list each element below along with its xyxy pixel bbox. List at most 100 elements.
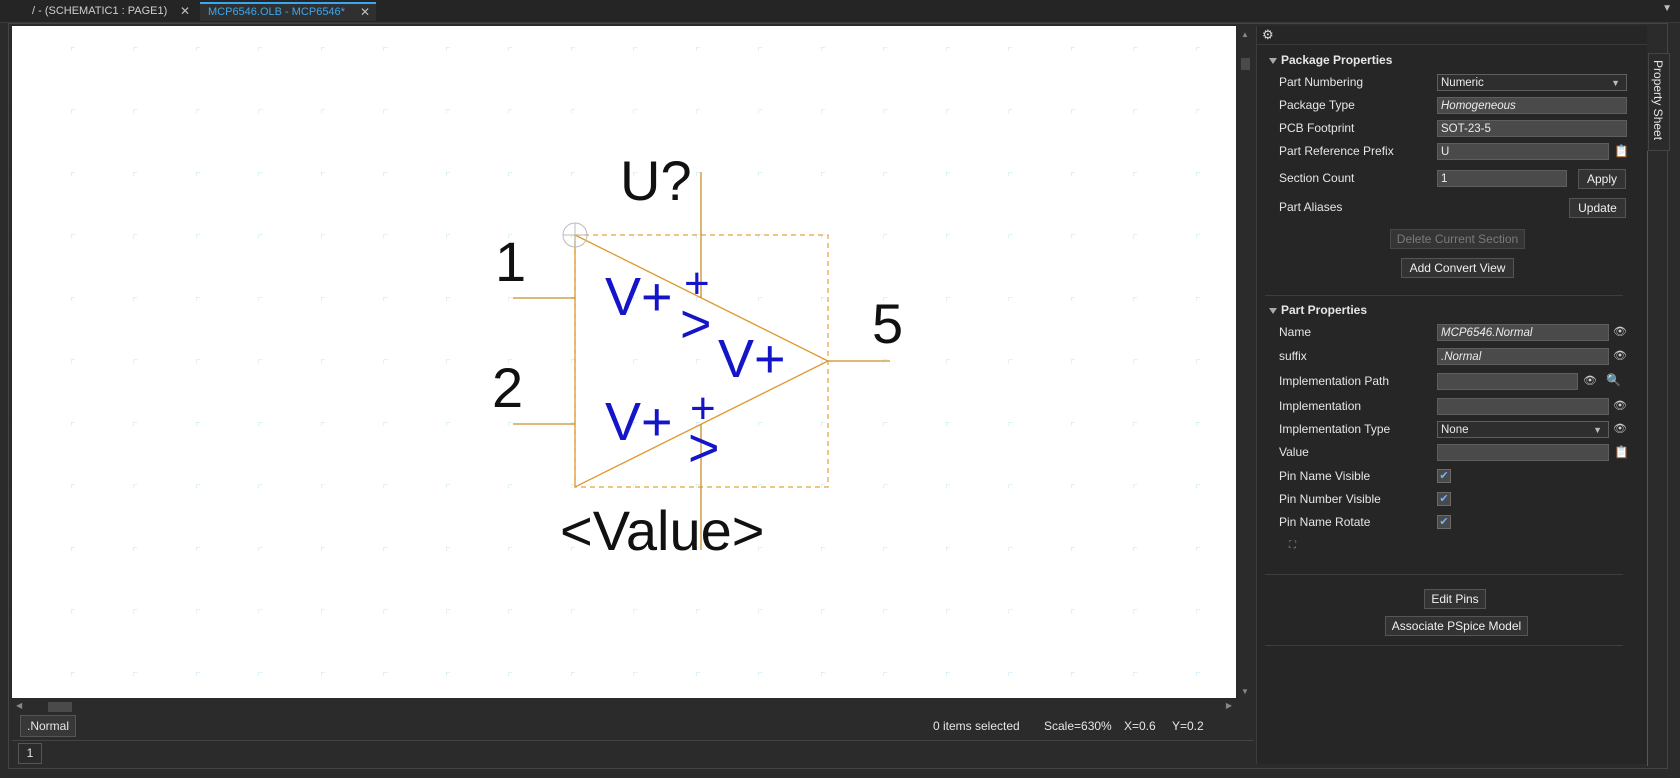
view-tab-normal[interactable]: .Normal [20, 715, 77, 737]
implementation-type-label: Implementation Type [1279, 422, 1391, 436]
divider [1265, 645, 1623, 646]
implementation-label: Implementation [1279, 399, 1362, 413]
close-icon[interactable]: ✕ [180, 2, 190, 21]
part-reference-prefix-field[interactable]: U [1437, 143, 1609, 160]
divider [1265, 574, 1623, 575]
canvas-horizontal-scrollbar[interactable]: ◀ ▶ [12, 700, 1236, 714]
part-properties-header[interactable]: Part Properties [1269, 303, 1367, 317]
suffix-label: suffix [1279, 349, 1307, 363]
implementation-field[interactable] [1437, 398, 1609, 415]
cursor-x: X=0.6 [1124, 719, 1156, 733]
name-label: Name [1279, 325, 1312, 339]
pin-name-gt-bottom: > [688, 418, 720, 478]
close-icon[interactable]: ✕ [360, 4, 370, 20]
implementation-path-label: Implementation Path [1279, 374, 1390, 388]
collapse-triangle-icon[interactable] [1269, 307, 1277, 314]
pin-number-2: 2 [492, 356, 523, 419]
property-sheet-panel: ⚙ Package Properties Part Numbering Nume… [1256, 26, 1647, 764]
cursor-y: Y=0.2 [1172, 719, 1204, 733]
tab-schematic-page1[interactable]: / - (SCHEMATIC1 : PAGE1) ✕ [24, 2, 196, 21]
part-numbering-label: Part Numbering [1279, 75, 1364, 89]
name-field[interactable]: MCP6546.Normal [1437, 324, 1609, 341]
associate-pspice-model-button[interactable]: Associate PSpice Model [1385, 616, 1528, 636]
divider [1265, 295, 1623, 296]
pin-number-visible-checkbox[interactable]: ✔ [1437, 492, 1451, 506]
value-field[interactable] [1437, 444, 1609, 461]
part-value[interactable]: <Value> [560, 499, 764, 562]
pin-name-rotate-label: Pin Name Rotate [1279, 515, 1371, 529]
section-count-label: Section Count [1279, 171, 1355, 185]
tab-mcp6546-olb[interactable]: MCP6546.OLB - MCP6546* ✕ [200, 2, 376, 21]
value-label: Value [1279, 445, 1309, 459]
canvas-vertical-scrollbar[interactable]: ▲ ▼ [1237, 26, 1254, 698]
visibility-eye-icon[interactable]: 👁 [1613, 422, 1627, 435]
page-number[interactable]: 1 [18, 743, 42, 764]
part-numbering-value: Numeric [1441, 77, 1484, 89]
zoom-scale: Scale=630% [1044, 719, 1112, 733]
visibility-eye-icon[interactable]: 👁 [1613, 349, 1627, 362]
tab-list-dropdown-icon[interactable]: ▼ [1662, 3, 1672, 14]
package-properties-header[interactable]: Package Properties [1269, 53, 1392, 67]
part-numbering-select[interactable]: Numeric ▼ [1437, 74, 1627, 91]
pcb-footprint-label: PCB Footprint [1279, 121, 1355, 135]
part-editor-canvas[interactable]: U? 1 2 5 V+ V+ V+ + > + > <Value> [12, 26, 1236, 698]
panel-toolbar: ⚙ [1257, 26, 1647, 45]
pin-name-visible-checkbox[interactable]: ✔ [1437, 469, 1451, 483]
clipboard-icon[interactable]: 📋 [1614, 144, 1629, 158]
visibility-eye-icon[interactable]: 👁 [1583, 374, 1597, 387]
implementation-type-select[interactable]: None ▼ [1437, 421, 1609, 438]
expand-icon[interactable]: ⛶ [1289, 540, 1296, 551]
scroll-right-icon[interactable]: ▶ [1226, 701, 1232, 710]
part-aliases-label: Part Aliases [1279, 200, 1343, 214]
pin-name-gt-top: > [680, 294, 712, 354]
vertical-scroll-thumb[interactable] [1241, 58, 1250, 70]
pin-name-rotate-checkbox[interactable]: ✔ [1437, 515, 1451, 529]
document-tab-bar: / - (SCHEMATIC1 : PAGE1) ✕ MCP6546.OLB -… [0, 0, 1680, 23]
browse-icon[interactable]: 🔍 [1606, 373, 1621, 387]
page-bar: 1 [12, 740, 1254, 765]
collapse-triangle-icon[interactable] [1269, 57, 1277, 64]
scroll-down-icon[interactable]: ▼ [1241, 687, 1249, 696]
tab-schematic-page1-label: / - (SCHEMATIC1 : PAGE1) [32, 5, 168, 17]
chevron-down-icon[interactable]: ▼ [1611, 75, 1620, 92]
property-sheet-side-tab-label: Property Sheet [1651, 60, 1665, 141]
package-type-label: Package Type [1279, 98, 1355, 112]
schematic-drawing: U? 1 2 5 V+ V+ V+ + > + > <Value> [12, 26, 1236, 698]
chevron-down-icon[interactable]: ▼ [1593, 422, 1602, 439]
property-sheet-side-tab[interactable]: Property Sheet [1648, 53, 1670, 151]
clipboard-icon[interactable]: 📋 [1614, 445, 1629, 459]
selection-count: 0 items selected [933, 719, 1020, 733]
horizontal-scroll-thumb[interactable] [48, 702, 72, 712]
apply-button[interactable]: Apply [1578, 169, 1626, 189]
scroll-up-icon[interactable]: ▲ [1241, 30, 1249, 39]
update-button[interactable]: Update [1569, 198, 1626, 218]
gear-icon[interactable]: ⚙ [1262, 27, 1274, 43]
package-type-field[interactable]: Homogeneous [1437, 97, 1627, 114]
delete-current-section-button[interactable]: Delete Current Section [1390, 229, 1525, 249]
part-reference[interactable]: U? [620, 149, 692, 212]
visibility-eye-icon[interactable]: 👁 [1613, 399, 1627, 412]
pin-number-visible-label: Pin Number Visible [1279, 492, 1381, 506]
pin-name-vplus-5: V+ [718, 329, 786, 389]
implementation-path-field[interactable] [1437, 373, 1578, 390]
package-properties-title: Package Properties [1281, 53, 1393, 67]
add-convert-view-button[interactable]: Add Convert View [1401, 258, 1514, 278]
part-reference-prefix-label: Part Reference Prefix [1279, 144, 1394, 158]
suffix-field[interactable]: .Normal [1437, 348, 1609, 365]
pin-number-1: 1 [495, 230, 526, 293]
pin-number-5: 5 [872, 292, 903, 355]
pin-name-visible-label: Pin Name Visible [1279, 469, 1371, 483]
scroll-left-icon[interactable]: ◀ [16, 701, 22, 710]
pcb-footprint-field[interactable]: SOT-23-5 [1437, 120, 1627, 137]
implementation-type-value: None [1441, 424, 1469, 436]
edit-pins-button[interactable]: Edit Pins [1424, 589, 1486, 609]
tab-mcp6546-olb-label: MCP6546.OLB - MCP6546* [208, 6, 345, 18]
pin-name-vplus-1: V+ [605, 267, 673, 327]
status-bar: .Normal 0 items selected Scale=630% X=0.… [12, 714, 1254, 738]
part-properties-title: Part Properties [1281, 303, 1368, 317]
grid [12, 26, 1236, 698]
panel-edge-accent [1647, 151, 1648, 766]
pin-name-vplus-2: V+ [605, 392, 673, 452]
section-count-field[interactable]: 1 [1437, 170, 1567, 187]
visibility-eye-icon[interactable]: 👁 [1613, 325, 1627, 338]
